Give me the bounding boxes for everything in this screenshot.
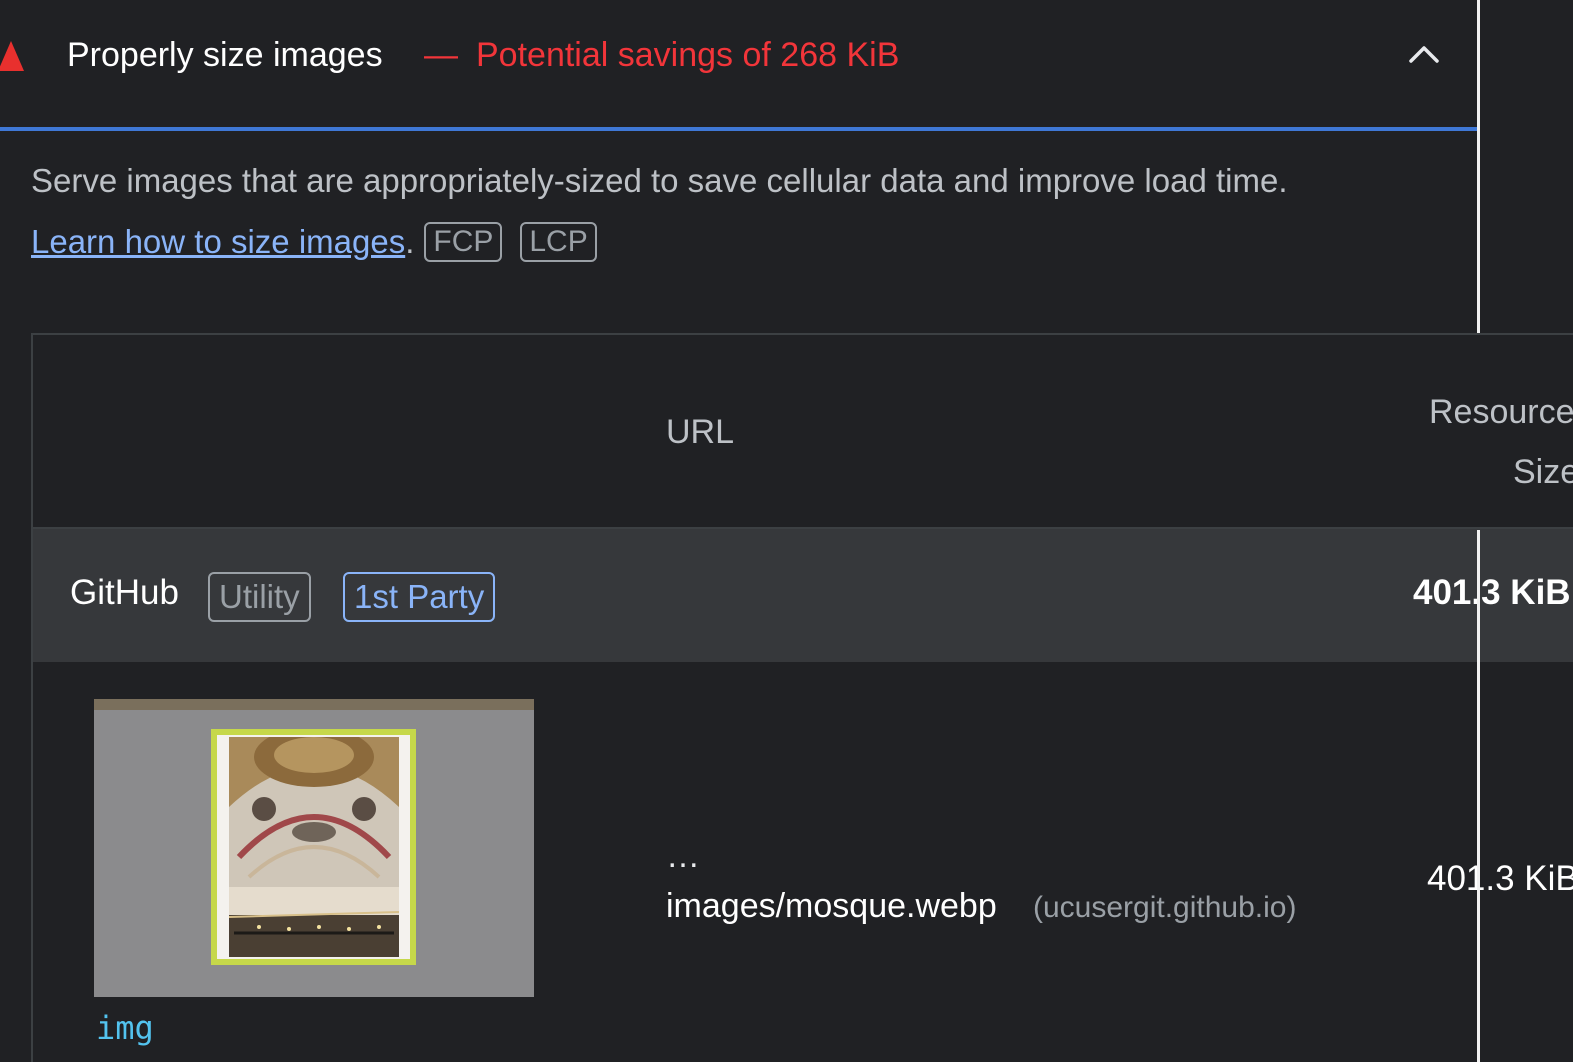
- screenshot-topbar: [94, 699, 534, 710]
- details-table: URL Resource Size GitHub Utility 1st Par…: [31, 333, 1573, 1062]
- metric-badge-fcp: FCP: [424, 222, 503, 262]
- resource-url[interactable]: images/mosque.webp: [666, 887, 997, 926]
- audit-savings: Potential savings of 268 KiB: [476, 36, 900, 74]
- entity-resource-size: 401.3 KiB: [1413, 573, 1571, 612]
- element-screenshot[interactable]: [94, 699, 534, 997]
- lighthouse-audit: Properly size images — Potential savings…: [0, 0, 1573, 1062]
- header-divider: [0, 127, 1478, 131]
- resource-host: (ucusergit.github.io): [1033, 891, 1297, 924]
- audit-title: Properly size images: [67, 36, 383, 74]
- url-ellipsis: …: [666, 837, 700, 875]
- audit-dash: —: [424, 36, 458, 74]
- mosque-interior-image: [229, 737, 399, 957]
- audit-description-links: Learn how to size images . FCP LCP: [31, 222, 597, 262]
- chevron-up-icon[interactable]: [1407, 40, 1441, 70]
- element-highlight-frame: [211, 729, 416, 965]
- vertical-divider: [1477, 0, 1480, 333]
- node-label[interactable]: img: [96, 1009, 154, 1047]
- period: .: [405, 223, 415, 260]
- column-header-resource-size-line1: Resource: [1429, 393, 1573, 431]
- column-header-resource-size-line2: Size: [1513, 453, 1573, 491]
- column-header-url: URL: [666, 413, 735, 451]
- entity-group-row: GitHub Utility 1st Party 401.3 KiB: [33, 529, 1573, 662]
- mosque-image-thumbnail: [217, 735, 410, 959]
- fail-triangle-icon: [0, 41, 24, 71]
- audit-description: Serve images that are appropriately-size…: [31, 162, 1288, 199]
- learn-more-link[interactable]: Learn how to size images: [31, 223, 405, 261]
- audit-header[interactable]: Properly size images — Potential savings…: [0, 0, 1478, 128]
- table-header: URL Resource Size: [33, 335, 1573, 529]
- resource-size: 401.3 KiB: [1427, 859, 1573, 898]
- entity-name: GitHub: [70, 573, 179, 612]
- column-header-resource-size: Resource Size: [1429, 382, 1573, 502]
- vertical-divider: [1477, 530, 1480, 1062]
- metric-badge-lcp: LCP: [520, 222, 597, 262]
- first-party-tag: 1st Party: [343, 572, 496, 622]
- entity-category-tag: Utility: [208, 572, 311, 622]
